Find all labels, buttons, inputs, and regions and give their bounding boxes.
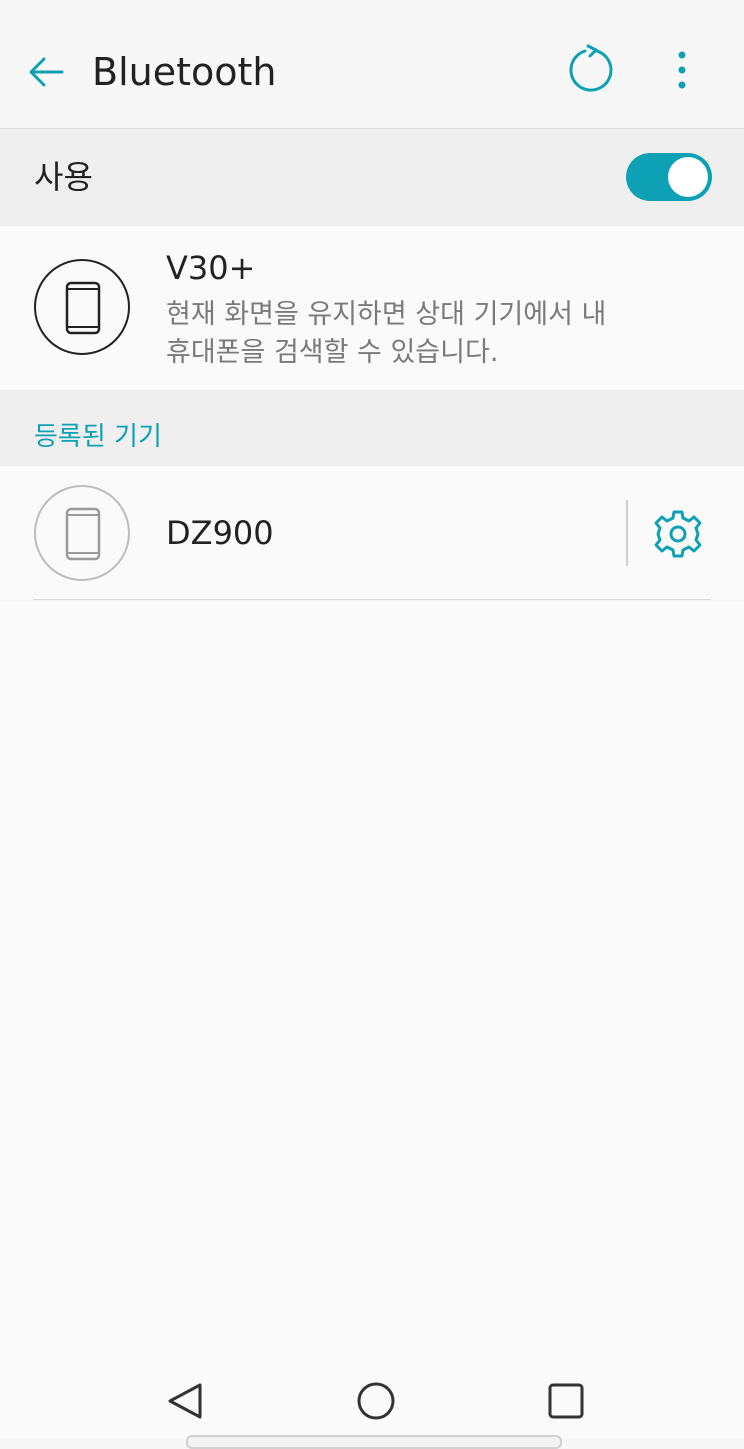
square-recent-icon xyxy=(548,1383,584,1419)
gesture-handle[interactable] xyxy=(186,1435,562,1449)
toggle-label: 사용 xyxy=(34,158,93,196)
triangle-back-icon xyxy=(168,1383,202,1419)
divider xyxy=(626,500,628,566)
more-vert-icon xyxy=(678,51,686,89)
my-device-description: 현재 화면을 유지하면 상대 기기에서 내 휴대폰을 검색할 수 있습니다. xyxy=(166,299,607,368)
switch-knob xyxy=(668,157,708,197)
back-arrow-icon xyxy=(29,57,64,87)
nav-back-button[interactable] xyxy=(162,1377,210,1425)
gear-icon xyxy=(654,510,702,558)
bluetooth-switch[interactable] xyxy=(626,153,712,201)
device-settings-button[interactable] xyxy=(650,506,706,562)
back-button[interactable] xyxy=(22,48,70,96)
navigation-bar xyxy=(0,1361,744,1449)
my-device-name: V30+ xyxy=(166,249,256,287)
nav-recent-button[interactable] xyxy=(542,1377,590,1425)
row-divider xyxy=(33,599,711,600)
section-label: 등록된 기기 xyxy=(34,422,162,452)
more-options-button[interactable] xyxy=(660,42,704,98)
device-avatar xyxy=(34,485,130,581)
page-title: Bluetooth xyxy=(92,50,277,94)
bluetooth-toggle-row[interactable]: 사용 xyxy=(0,129,744,226)
paired-devices-header: 등록된 기기 xyxy=(0,390,744,466)
circle-home-icon xyxy=(357,1382,395,1420)
nav-home-button[interactable] xyxy=(352,1377,400,1425)
device-name: DZ900 xyxy=(166,514,274,552)
phone-icon xyxy=(65,281,101,335)
phone-icon xyxy=(65,507,101,561)
refresh-button[interactable] xyxy=(563,42,619,98)
empty-area xyxy=(0,601,744,1361)
my-device-avatar xyxy=(34,259,130,355)
my-device-card: V30+ 현재 화면을 유지하면 상대 기기에서 내 휴대폰을 검색할 수 있습… xyxy=(0,226,744,390)
refresh-icon xyxy=(569,44,613,92)
list-item[interactable]: DZ900 xyxy=(0,466,744,600)
app-bar: Bluetooth xyxy=(0,0,744,129)
